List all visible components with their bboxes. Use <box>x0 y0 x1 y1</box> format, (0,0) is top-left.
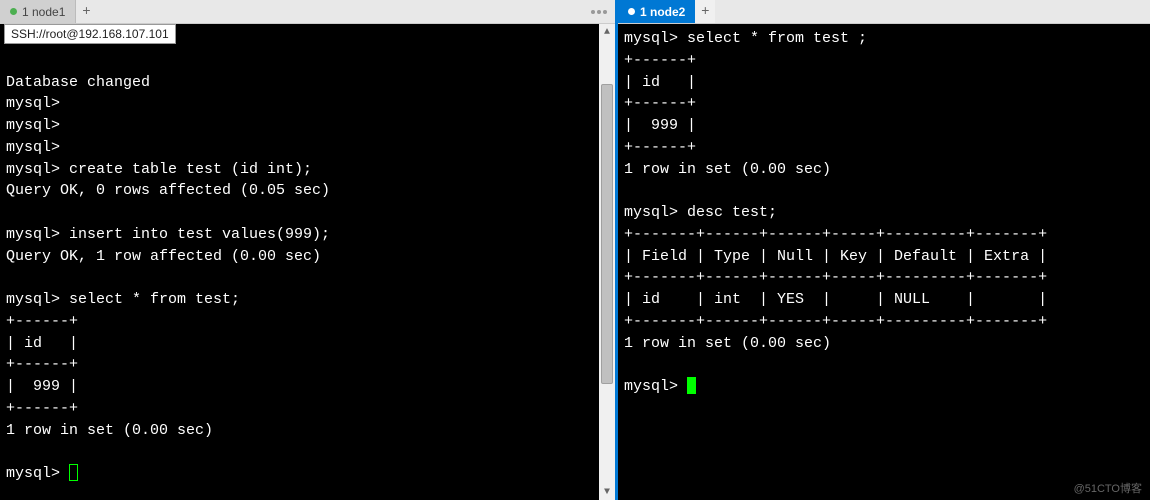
tab-node2[interactable]: 1 node2 <box>618 0 695 23</box>
scroll-up-icon[interactable]: ▲ <box>599 24 615 40</box>
scroll-down-icon[interactable]: ▼ <box>599 484 615 500</box>
overflow-menu-icon[interactable] <box>583 0 615 23</box>
left-pane: 1 node1 + SSH://root@192.168.107.101 wit… <box>0 0 615 500</box>
tab-node1[interactable]: 1 node1 <box>0 0 76 23</box>
tab-label: 1 node1 <box>22 5 65 19</box>
tab-bar-spacer <box>96 0 583 23</box>
status-dot-icon <box>628 8 635 15</box>
right-terminal[interactable]: mysql> select * from test ; +------+ | i… <box>618 24 1150 500</box>
tab-bar-spacer <box>715 0 1150 23</box>
status-dot-icon <box>10 8 17 15</box>
left-scrollbar[interactable]: ▲ ▼ <box>599 24 615 500</box>
right-pane: 1 node2 + mysql> select * from test ; +-… <box>615 0 1150 500</box>
tab-label: 1 node2 <box>640 5 685 19</box>
add-tab-button[interactable]: + <box>76 0 96 23</box>
scrollbar-thumb[interactable] <box>601 84 613 384</box>
right-tab-bar: 1 node2 + <box>618 0 1150 24</box>
left-tab-bar: 1 node1 + <box>0 0 615 24</box>
left-terminal[interactable]: with -A Database changed mysql> mysql> m… <box>0 24 615 500</box>
add-tab-button[interactable]: + <box>695 0 715 23</box>
cursor-icon <box>687 377 696 394</box>
cursor-icon <box>69 464 78 481</box>
watermark: @51CTO博客 <box>1074 480 1142 496</box>
connection-tooltip: SSH://root@192.168.107.101 <box>4 24 176 44</box>
